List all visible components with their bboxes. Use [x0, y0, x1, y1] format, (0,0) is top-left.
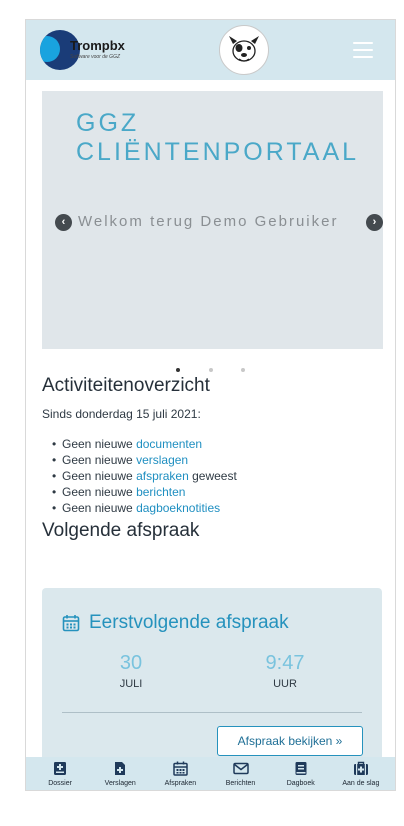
card-divider	[62, 712, 362, 713]
book-icon	[295, 762, 307, 775]
activity-since: Sinds donderdag 15 juli 2021:	[42, 407, 201, 421]
envelope-icon	[232, 762, 249, 775]
nav-dossier[interactable]: Dossier	[33, 761, 87, 790]
nav-verslagen[interactable]: Verslagen	[93, 761, 147, 790]
logo-name: Trompbx	[70, 38, 125, 53]
nav-afspraken-label: Afspraken	[164, 780, 197, 787]
view-appointment-button[interactable]: Afspraak bekijken »	[217, 726, 363, 756]
dossier-icon	[54, 762, 67, 775]
activity-item: Geen nieuwe dagboeknotities	[52, 500, 382, 516]
carousel-welcome-text: Welkom terug Demo Gebruiker	[78, 213, 339, 230]
documenten-link[interactable]: documenten	[136, 437, 202, 451]
nav-verslagen-label: Verslagen	[104, 780, 136, 787]
nav-dagboek[interactable]: Dagboek	[274, 761, 328, 790]
nav-dagboek-label: Dagboek	[286, 780, 315, 787]
nav-dossier-label: Dossier	[48, 780, 72, 787]
dog-cartoon-icon	[229, 36, 259, 62]
berichten-link[interactable]: berichten	[136, 485, 185, 499]
activity-heading: Activiteitenoverzicht	[42, 375, 210, 396]
nav-afspraken[interactable]: Afspraken	[153, 761, 207, 790]
appointment-date: 30 JULI	[91, 652, 171, 690]
bottom-navigation: Dossier Verslagen Afspraken Berichten Da…	[26, 757, 395, 790]
trompbx-logo[interactable]: Trompbx Software voor de GGZ	[40, 30, 135, 70]
carousel-prev-icon[interactable]: ‹	[55, 214, 72, 231]
activity-item: Geen nieuwe berichten	[52, 484, 382, 500]
hamburger-menu-icon[interactable]	[353, 42, 373, 58]
carousel-dot-3[interactable]	[240, 368, 245, 372]
carousel-title: GGZ CLIËNTENPORTAAL	[76, 109, 359, 167]
nav-aan-de-slag-label: Aan de slag	[342, 780, 380, 787]
appointment-month: JULI	[119, 678, 143, 690]
activity-list: Geen nieuwe documenten Geen nieuwe versl…	[52, 436, 382, 516]
dagboeknotities-link[interactable]: dagboeknotities	[136, 501, 220, 515]
carousel-dot-2[interactable]	[208, 368, 213, 372]
nav-aan-de-slag[interactable]: Aan de slag	[334, 761, 388, 790]
calendar-icon	[173, 761, 188, 776]
medkit-icon	[353, 761, 368, 775]
appointment-day: 30	[119, 652, 143, 674]
nav-berichten-label: Berichten	[225, 780, 256, 787]
verslagen-icon	[115, 762, 126, 775]
activity-item: Geen nieuwe documenten	[52, 436, 382, 452]
activity-item: Geen nieuwe afspraken geweest	[52, 468, 382, 484]
top-bar: Trompbx Software voor de GGZ	[26, 20, 395, 80]
next-appointment-heading: Volgende afspraak	[42, 520, 200, 541]
carousel-title-line1: GGZ	[76, 109, 140, 137]
logo-tagline: Software voor de GGZ	[70, 54, 121, 60]
app-frame: Trompbx Software voor de GGZ GGZ CLIËNTE…	[25, 19, 396, 791]
user-avatar[interactable]	[219, 25, 269, 75]
welcome-carousel: GGZ CLIËNTENPORTAAL Welkom terug Demo Ge…	[42, 91, 383, 349]
appointment-time-unit: UUR	[273, 678, 297, 690]
appointment-card-header: Eerstvolgende afspraak	[62, 612, 289, 634]
activity-item: Geen nieuwe verslagen	[52, 452, 382, 468]
main-content: Activiteitenoverzicht Sinds donderdag 15…	[42, 375, 382, 542]
carousel-dot-1[interactable]	[176, 368, 181, 372]
appointment-time-value: 9:47	[265, 652, 305, 674]
nav-berichten[interactable]: Berichten	[214, 761, 268, 790]
appointment-time: 9:47 UUR	[245, 652, 325, 690]
carousel-next-icon[interactable]: ›	[366, 214, 383, 231]
appointment-card-title: Eerstvolgende afspraak	[89, 612, 289, 633]
carousel-title-line2: CLIËNTENPORTAAL	[76, 138, 360, 166]
afspraken-link[interactable]: afspraken	[136, 469, 189, 483]
calendar-icon	[62, 615, 80, 632]
logo-text: Trompbx Software voor de GGZ	[70, 38, 125, 60]
verslagen-link[interactable]: verslagen	[136, 453, 188, 467]
